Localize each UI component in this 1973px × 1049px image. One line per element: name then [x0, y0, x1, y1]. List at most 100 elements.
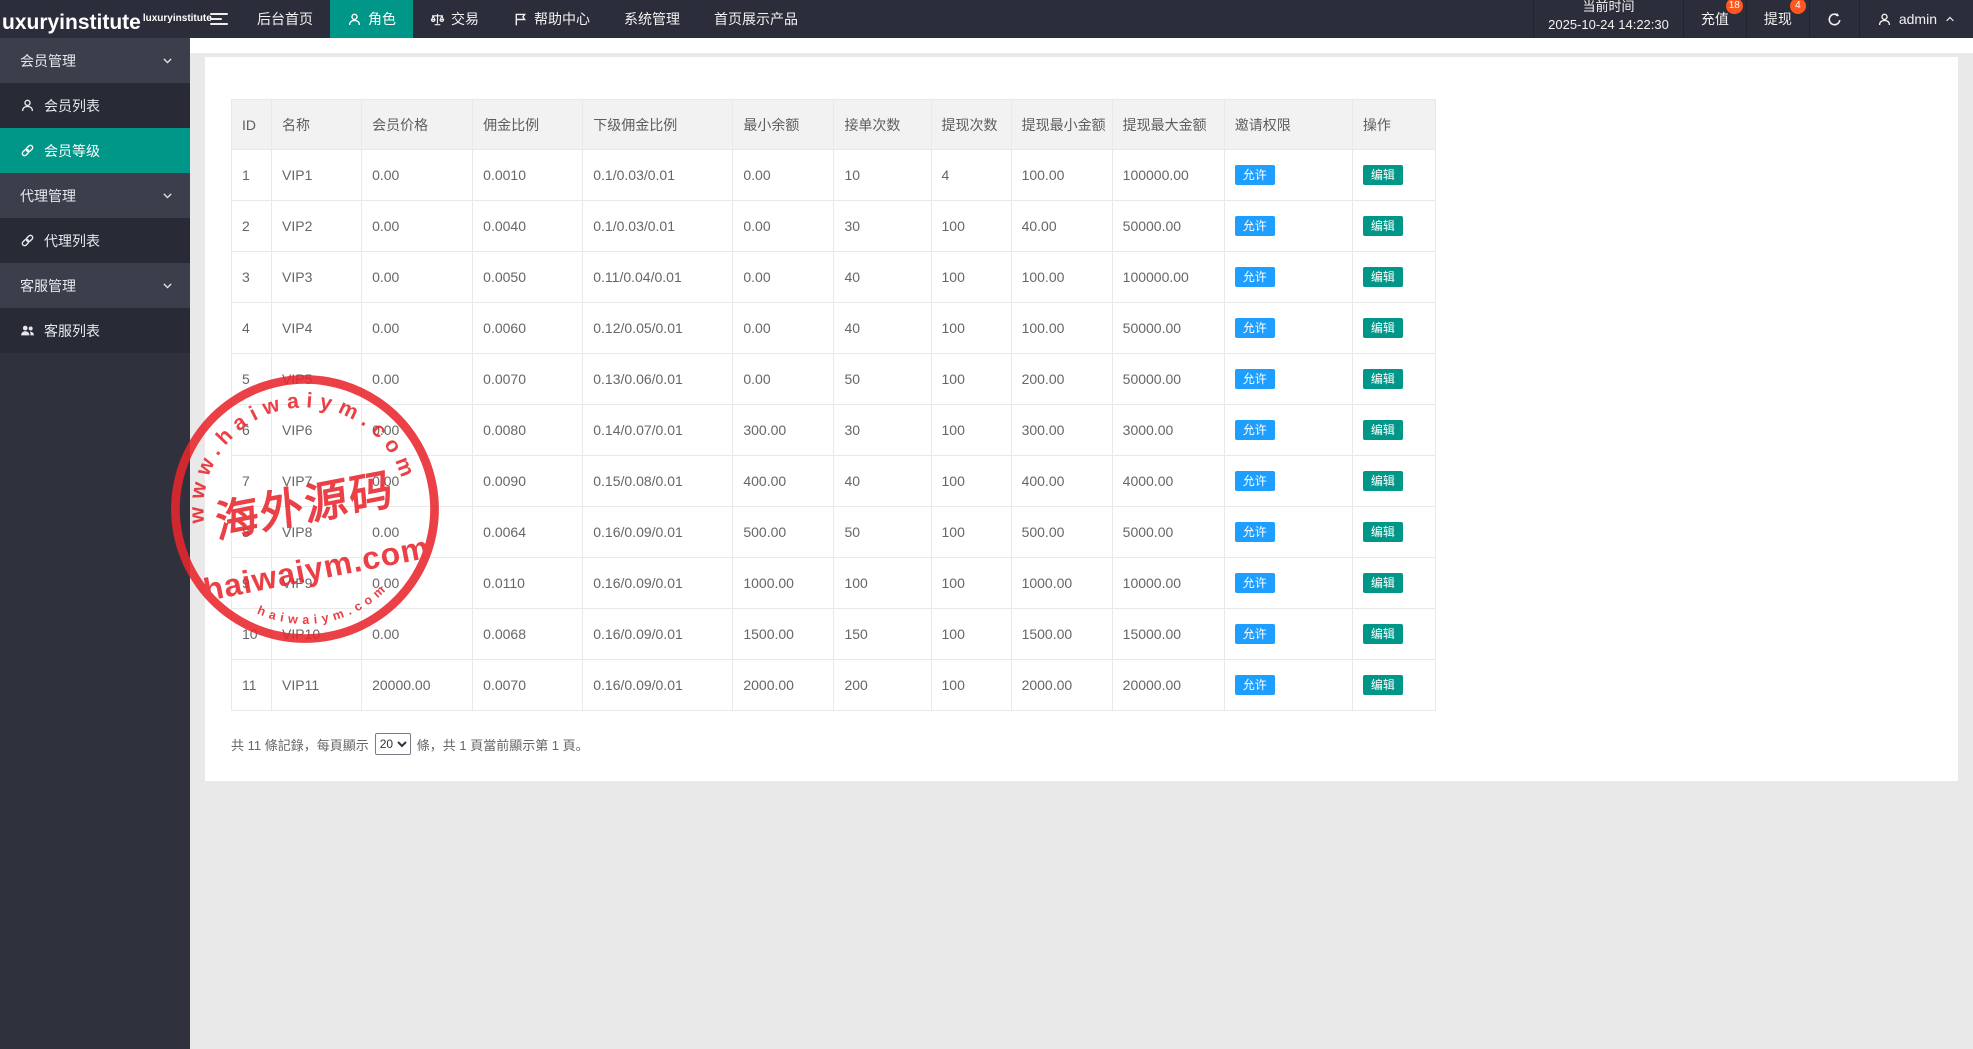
- sidebar-item-1[interactable]: 会员管理: [0, 38, 190, 83]
- page-size-select[interactable]: 20: [375, 733, 411, 755]
- table-cell: 0.0050: [473, 252, 583, 303]
- edit-button[interactable]: 编辑: [1363, 318, 1403, 338]
- time-label: 当前时间: [1582, 0, 1634, 16]
- table-row: 1VIP10.000.00100.1/0.03/0.010.00104100.0…: [232, 150, 1436, 201]
- table-cell: 0.0070: [473, 660, 583, 711]
- edit-button[interactable]: 编辑: [1363, 573, 1403, 593]
- edit-button[interactable]: 编辑: [1363, 420, 1403, 440]
- allow-button[interactable]: 允许: [1235, 675, 1275, 695]
- table-cell: 100: [931, 201, 1011, 252]
- table-cell: 100: [931, 456, 1011, 507]
- allow-button[interactable]: 允许: [1235, 165, 1275, 185]
- sidebar-item-label: 会员管理: [20, 51, 76, 71]
- column-header-9: 提现最小金额: [1011, 100, 1112, 150]
- invite-permission-cell: 允许: [1224, 660, 1352, 711]
- table-cell: 0.16/0.09/0.01: [583, 660, 733, 711]
- table-cell: 100: [931, 660, 1011, 711]
- sidebar-item-7[interactable]: 客服列表: [0, 308, 190, 353]
- edit-button[interactable]: 编辑: [1363, 165, 1403, 185]
- action-cell: 编辑: [1352, 609, 1435, 660]
- user-menu[interactable]: admin: [1859, 0, 1973, 38]
- allow-button[interactable]: 允许: [1235, 318, 1275, 338]
- link-icon: [20, 143, 35, 158]
- sidebar-item-4[interactable]: 代理管理: [0, 173, 190, 218]
- sidebar-item-5[interactable]: 代理列表: [0, 218, 190, 263]
- edit-button[interactable]: 编辑: [1363, 369, 1403, 389]
- edit-button[interactable]: 编辑: [1363, 522, 1403, 542]
- menu-toggle-icon[interactable]: [210, 0, 228, 38]
- table-cell: 0.00: [733, 354, 834, 405]
- table-cell: 100000.00: [1112, 252, 1224, 303]
- column-header-8: 提现次数: [931, 100, 1011, 150]
- withdraw-button[interactable]: 提现 4: [1746, 0, 1809, 38]
- table-cell: 0.00: [362, 558, 473, 609]
- action-cell: 编辑: [1352, 456, 1435, 507]
- nav-item-4[interactable]: 帮助中心: [496, 0, 607, 38]
- sidebar-item-6[interactable]: 客服管理: [0, 263, 190, 308]
- table-cell: 0.16/0.09/0.01: [583, 609, 733, 660]
- allow-button[interactable]: 允许: [1235, 267, 1275, 287]
- refresh-button[interactable]: [1809, 0, 1859, 38]
- table-cell: 1000.00: [733, 558, 834, 609]
- edit-button[interactable]: 编辑: [1363, 471, 1403, 491]
- table-cell: 2: [232, 201, 272, 252]
- table-cell: 30: [834, 201, 931, 252]
- action-cell: 编辑: [1352, 150, 1435, 201]
- time-value: 2025-10-24 14:22:30: [1548, 16, 1669, 34]
- allow-button[interactable]: 允许: [1235, 216, 1275, 236]
- recharge-label: 充值: [1701, 9, 1729, 29]
- table-cell: 2000.00: [1011, 660, 1112, 711]
- table-cell: 11: [232, 660, 272, 711]
- table-cell: VIP2: [272, 201, 362, 252]
- table-cell: 8: [232, 507, 272, 558]
- refresh-icon: [1827, 12, 1842, 27]
- table-row: 11VIP1120000.000.00700.16/0.09/0.012000.…: [232, 660, 1436, 711]
- allow-button[interactable]: 允许: [1235, 522, 1275, 542]
- allow-button[interactable]: 允许: [1235, 471, 1275, 491]
- sidebar-item-3[interactable]: 会员等级: [0, 128, 190, 173]
- current-time: 当前时间 2025-10-24 14:22:30: [1533, 0, 1683, 38]
- edit-button[interactable]: 编辑: [1363, 675, 1403, 695]
- allow-button[interactable]: 允许: [1235, 573, 1275, 593]
- main-content: » 用户等级 ID名称会员价格佣金比例下级佣金比例最小余额接单次数提现次数提现最…: [190, 0, 1973, 781]
- top-nav: 后台首页角色交易帮助中心系统管理首页展示产品: [240, 0, 815, 38]
- edit-button[interactable]: 编辑: [1363, 624, 1403, 644]
- edit-button[interactable]: 编辑: [1363, 216, 1403, 236]
- table-cell: 0.00: [362, 354, 473, 405]
- recharge-badge: 18: [1726, 0, 1743, 14]
- nav-item-1[interactable]: 后台首页: [240, 0, 330, 38]
- table-row: 9VIP90.000.01100.16/0.09/0.011000.001001…: [232, 558, 1436, 609]
- table-cell: 1: [232, 150, 272, 201]
- invite-permission-cell: 允许: [1224, 303, 1352, 354]
- table-cell: 9: [232, 558, 272, 609]
- nav-item-2[interactable]: 角色: [330, 0, 413, 38]
- table-cell: 200.00: [1011, 354, 1112, 405]
- table-cell: 100: [931, 558, 1011, 609]
- sidebar-item-label: 客服管理: [20, 276, 76, 296]
- allow-button[interactable]: 允许: [1235, 624, 1275, 644]
- nav-item-5[interactable]: 系统管理: [607, 0, 697, 38]
- recharge-button[interactable]: 充值 18: [1683, 0, 1746, 38]
- column-header-11: 邀请权限: [1224, 100, 1352, 150]
- table-cell: 4000.00: [1112, 456, 1224, 507]
- table-row: 10VIP100.000.00680.16/0.09/0.011500.0015…: [232, 609, 1436, 660]
- nav-item-3[interactable]: 交易: [413, 0, 496, 38]
- allow-button[interactable]: 允许: [1235, 420, 1275, 440]
- table-cell: 20000.00: [362, 660, 473, 711]
- table-cell: 0.0060: [473, 303, 583, 354]
- chevron-down-icon: [161, 54, 174, 67]
- content-card: ID名称会员价格佣金比例下级佣金比例最小余额接单次数提现次数提现最小金额提现最大…: [205, 57, 1958, 781]
- table-cell: VIP8: [272, 507, 362, 558]
- allow-button[interactable]: 允许: [1235, 369, 1275, 389]
- sidebar-item-2[interactable]: 会员列表: [0, 83, 190, 128]
- scales-icon: [430, 12, 445, 27]
- nav-item-6[interactable]: 首页展示产品: [697, 0, 815, 38]
- column-header-6: 最小余额: [733, 100, 834, 150]
- nav-item-label: 系统管理: [624, 9, 680, 29]
- edit-button[interactable]: 编辑: [1363, 267, 1403, 287]
- table-cell: VIP9: [272, 558, 362, 609]
- table-cell: 40: [834, 252, 931, 303]
- table-cell: 4: [232, 303, 272, 354]
- logo-text: uxuryinstitute: [2, 11, 141, 34]
- column-header-7: 接单次数: [834, 100, 931, 150]
